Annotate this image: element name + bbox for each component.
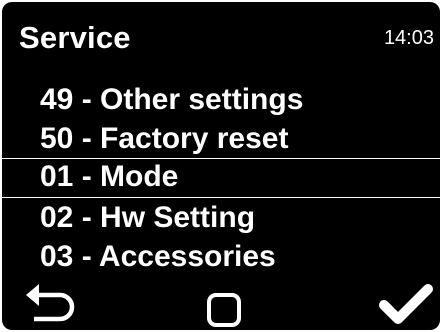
menu-item-label: 02 - Hw Setting (40, 201, 256, 234)
clock-time: 14:03 (383, 27, 434, 49)
checkmark-icon (379, 284, 433, 324)
back-button[interactable] (22, 278, 82, 330)
confirm-button[interactable] (378, 278, 434, 330)
display-screen: Service 14:03 49 - Other settings 50 - F… (2, 2, 440, 330)
home-button[interactable] (201, 278, 247, 330)
service-menu-list: 49 - Other settings 50 - Factory reset 0… (2, 80, 440, 276)
menu-item-other-settings[interactable]: 49 - Other settings (2, 80, 440, 119)
softkey-bar (2, 278, 440, 330)
menu-item-label: 01 - Mode (40, 160, 179, 193)
menu-item-factory-reset[interactable]: 50 - Factory reset (2, 119, 440, 158)
menu-item-label: 03 - Accessories (40, 240, 276, 273)
screen-title: Service (19, 20, 131, 55)
menu-item-label: 50 - Factory reset (40, 122, 289, 155)
menu-item-mode[interactable]: 01 - Mode (2, 158, 440, 198)
back-arrow-icon (26, 284, 75, 322)
menu-item-accessories[interactable]: 03 - Accessories (2, 237, 440, 276)
menu-item-hw-setting[interactable]: 02 - Hw Setting (2, 198, 440, 237)
home-square-icon (207, 293, 241, 327)
menu-item-label: 49 - Other settings (40, 83, 304, 116)
